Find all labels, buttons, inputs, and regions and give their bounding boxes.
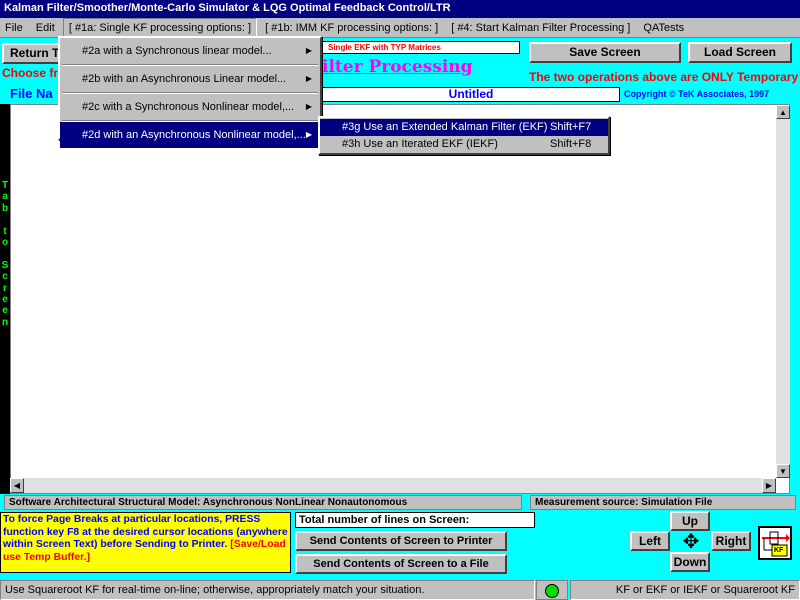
footer-right-text: KF or EKF or IEKF or Squareroot KF <box>615 584 795 596</box>
page-break-info-box: To force Page Breaks at particular locat… <box>0 512 291 573</box>
ekf-mode-label: Single EKF with TYP Matrices <box>328 43 441 52</box>
scroll-left-icon[interactable]: ◀ <box>10 478 24 493</box>
side-label-char: n <box>1 316 9 328</box>
menu-item-label: #3g Use an Extended Kalman Filter (EKF) <box>342 121 548 133</box>
nav-down-label: Down <box>673 555 707 569</box>
menu-item-label: #3h Use an Iterated EKF (IEKF) <box>342 138 498 150</box>
status-light-box <box>536 580 568 600</box>
single-kf-dropdown-menu: #2a with a Synchronous linear model... ▶… <box>58 36 322 148</box>
menu-item-iekf[interactable]: #3h Use an Iterated EKF (IEKF) Shift+F8 <box>320 136 608 153</box>
menu-item-label: #2d with an Asynchronous Nonlinear model… <box>82 129 306 141</box>
nav-up-button[interactable]: Up <box>670 511 710 531</box>
menu-file[interactable]: File <box>0 18 28 38</box>
footer-status-left: Use Squareroot KF for real-time on-line;… <box>0 580 535 600</box>
file-name-field[interactable]: Untitled <box>322 87 620 102</box>
copyright-text: Copyright © TeK Associates, 1997 <box>624 89 770 99</box>
nav-down-button[interactable]: Down <box>670 552 710 572</box>
side-label-char: r <box>3 282 7 294</box>
send-to-file-button[interactable]: Send Contents of Screen to a File <box>295 554 507 574</box>
footer-left-text: Use Squareroot KF for real-time on-line;… <box>5 584 425 596</box>
filter-processing-heading: ilter Processing <box>322 57 473 77</box>
measurement-source-field: Measurement source: Simulation File <box>530 495 796 510</box>
model-status-text: Software Architectural Structural Model:… <box>9 497 408 508</box>
vertical-scrollbar[interactable] <box>776 105 790 478</box>
side-label-char: c <box>2 271 8 283</box>
menu-item-ekf[interactable]: #3g Use an Extended Kalman Filter (EKF) … <box>320 119 608 136</box>
file-name-label: File Na <box>10 86 53 101</box>
side-label-char: t <box>3 225 7 237</box>
total-lines-field: Total number of lines on Screen: <box>295 512 535 528</box>
window-title: Kalman Filter/Smoother/Monte-Carlo Simul… <box>4 2 451 14</box>
return-button-label: Return T <box>10 46 60 60</box>
send-to-file-label: Send Contents of Screen to a File <box>313 558 489 570</box>
send-to-printer-button[interactable]: Send Contents of Screen to Printer <box>295 531 507 551</box>
total-lines-label: Total number of lines on Screen: <box>299 514 470 526</box>
kf-icon-label: KF <box>774 547 784 554</box>
nav-right-label: Right <box>715 534 747 548</box>
nonlinear-submenu: #3g Use an Extended Kalman Filter (EKF) … <box>318 116 610 155</box>
menu-qatests[interactable]: QATests <box>638 18 689 38</box>
menu-item-synchronous-linear[interactable]: #2a with a Synchronous linear model... ▶ <box>60 38 320 64</box>
nav-left-label: Left <box>639 534 661 548</box>
menu-imm-kf[interactable]: [ #1b: IMM KF processing options: ] <box>260 18 443 38</box>
side-label-char: T <box>1 180 9 191</box>
menu-item-asynchronous-nonlinear[interactable]: #2d with an Asynchronous Nonlinear model… <box>60 122 320 148</box>
menu-edit[interactable]: Edit <box>31 18 60 38</box>
footer-status-right: KF or EKF or IEKF or Squareroot KF <box>570 580 800 600</box>
choose-text: Choose fro <box>2 66 66 80</box>
save-screen-label: Save Screen <box>569 45 641 59</box>
horizontal-scrollbar[interactable] <box>10 478 776 493</box>
save-screen-button[interactable]: Save Screen <box>529 42 681 63</box>
menu-item-label: #2c with a Synchronous Nonlinear model,.… <box>82 101 295 113</box>
menu-item-asynchronous-linear[interactable]: #2b with an Asynchronous Linear model...… <box>60 66 320 92</box>
side-label-char <box>0 248 10 259</box>
tab-to-screen-label[interactable]: Tab to Screen <box>0 180 10 328</box>
temporary-note: The two operations above are ONLY Tempor… <box>529 70 799 84</box>
menu-item-label: #2a with a Synchronous linear model... <box>82 45 272 57</box>
side-label-char: S <box>1 259 9 271</box>
side-label-char: a <box>2 191 8 203</box>
send-to-printer-label: Send Contents of Screen to Printer <box>309 535 493 547</box>
ekf-mode-box: Single EKF with TYP Matrices <box>322 41 520 54</box>
nav-right-button[interactable]: Right <box>711 531 751 551</box>
menu-single-kf[interactable]: [ #1a: Single KF processing options: ] <box>62 18 258 38</box>
screen-text-area[interactable] <box>10 104 790 494</box>
scroll-up-icon[interactable]: ▲ <box>776 105 790 119</box>
load-screen-label: Load Screen <box>703 45 777 59</box>
scroll-right-icon[interactable]: ▶ <box>762 478 776 493</box>
model-status-field: Software Architectural Structural Model:… <box>4 495 522 510</box>
measurement-source-text: Measurement source: Simulation File <box>535 497 713 508</box>
load-screen-button[interactable]: Load Screen <box>688 42 792 63</box>
submenu-arrow-icon: ▶ <box>305 46 312 55</box>
move-cross-icon: ✥ <box>682 531 700 553</box>
menu-item-shortcut: Shift+F8 <box>550 138 592 150</box>
menu-bar: File Edit [ #1a: Single KF processing op… <box>0 18 800 38</box>
menu-item-synchronous-nonlinear[interactable]: #2c with a Synchronous Nonlinear model,.… <box>60 94 320 120</box>
side-label-char: e <box>2 305 8 317</box>
menu-start-kf[interactable]: [ #4: Start Kalman Filter Processing ] <box>446 18 635 38</box>
status-light-icon <box>545 584 559 598</box>
nav-up-label: Up <box>682 514 698 528</box>
submenu-arrow-icon: ▶ <box>305 102 312 111</box>
kf-icon[interactable]: KF <box>758 526 792 560</box>
menu-item-label: #2b with an Asynchronous Linear model... <box>82 73 287 85</box>
side-label-char: b <box>1 202 9 214</box>
side-label-char: o <box>1 236 9 248</box>
menu-item-shortcut: Shift+F7 <box>550 121 592 133</box>
submenu-arrow-icon: ▶ <box>305 74 312 83</box>
window-title-bar: Kalman Filter/Smoother/Monte-Carlo Simul… <box>0 0 800 18</box>
scroll-down-icon[interactable]: ▼ <box>776 464 790 478</box>
file-name-value: Untitled <box>448 87 494 101</box>
side-label-char: e <box>2 293 8 305</box>
side-label-char <box>0 214 10 225</box>
submenu-arrow-icon: ▶ <box>305 130 312 139</box>
nav-left-button[interactable]: Left <box>630 531 670 551</box>
